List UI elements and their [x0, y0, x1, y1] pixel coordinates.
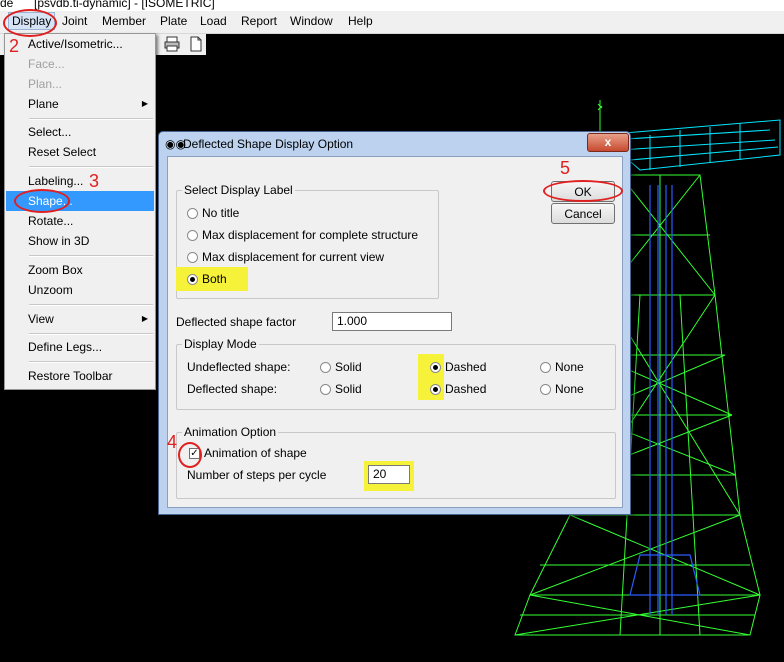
menu-item-label: Plane — [28, 97, 59, 111]
menu-item-label: Active/Isometric... — [28, 37, 123, 51]
menu-item-select[interactable]: Select... — [6, 122, 154, 142]
dialog-body: Select Display Label No title Max displa… — [167, 156, 623, 508]
radio-max-complete[interactable] — [187, 230, 198, 241]
menu-item-zoom-box[interactable]: Zoom Box — [6, 260, 154, 280]
window-title-bar: de [psvdb.ti-dynamic] - [ISOMETRIC] — [0, 0, 784, 11]
menu-item-label: Define Legs... — [28, 340, 103, 354]
close-button[interactable]: x — [587, 133, 629, 152]
steps-input[interactable]: 20 — [368, 465, 410, 484]
group-title: Animation Option — [182, 425, 279, 439]
print-icon[interactable] — [164, 36, 180, 52]
menu-item-label: Rotate... — [28, 214, 74, 228]
radio-deflected-dashed[interactable] — [430, 384, 441, 395]
menu-bar: Display Joint Member Plate Load Report W… — [0, 11, 784, 34]
radio-undeflected-solid[interactable] — [320, 362, 331, 373]
submenu-arrow-icon: ▶ — [141, 99, 148, 108]
radio-undeflected-none[interactable] — [540, 362, 551, 373]
cancel-label: Cancel — [564, 207, 602, 221]
radio-label: Solid — [335, 382, 362, 396]
menu-separator — [29, 333, 153, 335]
select-display-label-group: Select Display Label No title Max displa… — [176, 183, 439, 299]
menu-item-show-3d[interactable]: Show in 3D — [6, 231, 154, 251]
menu-load[interactable]: Load — [197, 14, 230, 28]
group-title: Select Display Label — [182, 183, 295, 197]
menu-item-label: Show in 3D — [28, 234, 90, 248]
menu-item-label: Zoom Box — [28, 263, 83, 277]
menu-plate[interactable]: Plate — [157, 14, 190, 28]
radio-no-title[interactable] — [187, 208, 198, 219]
menu-item-label: Reset Select — [28, 145, 97, 159]
menu-item-plane[interactable]: Plane ▶ — [6, 94, 154, 114]
menu-separator — [29, 255, 153, 257]
menu-item-label: Labeling... — [28, 174, 84, 188]
menu-item-label: Unzoom — [28, 283, 73, 297]
annotation-circle-ok — [543, 180, 623, 202]
menu-report[interactable]: Report — [238, 14, 280, 28]
annotation-step-5: 5 — [560, 158, 571, 178]
annotation-circle-display — [3, 9, 57, 37]
deflected-label: Deflected shape: — [187, 382, 278, 396]
menu-item-reset-select[interactable]: Reset Select — [6, 142, 154, 162]
menu-item-unzoom[interactable]: Unzoom — [6, 280, 154, 300]
radio-label: Max displacement for complete structure — [202, 228, 419, 242]
menu-item-plan: Plan... — [6, 74, 154, 94]
display-menu: Active/Isometric... Face... Plan... Plan… — [4, 33, 156, 390]
radio-label: None — [555, 382, 584, 396]
submenu-arrow-icon: ▶ — [141, 314, 148, 323]
menu-separator — [29, 118, 153, 120]
menu-separator — [29, 166, 153, 168]
menu-item-labeling[interactable]: Labeling... — [6, 171, 154, 191]
annotation-step-4: 4 — [167, 432, 178, 452]
dialog-title: Deflected Shape Display Option — [183, 137, 354, 151]
window-title: [psvdb.ti-dynamic] - [ISOMETRIC] — [34, 0, 215, 10]
undeflected-label: Undeflected shape: — [187, 360, 291, 374]
group-title: Display Mode — [182, 337, 259, 351]
radio-undeflected-dashed[interactable] — [430, 362, 441, 373]
radio-label: Max displacement for current view — [202, 250, 385, 264]
radio-label: None — [555, 360, 584, 374]
menu-help[interactable]: Help — [345, 14, 376, 28]
menu-item-label: Plan... — [28, 77, 63, 91]
menu-item-label: View — [28, 312, 54, 326]
close-icon: x — [604, 135, 612, 149]
annotation-step-3: 3 — [89, 171, 100, 191]
animation-checkbox-label: Animation of shape — [204, 446, 307, 460]
menu-item-view[interactable]: View ▶ — [6, 309, 154, 329]
cancel-button[interactable]: Cancel — [551, 203, 615, 224]
menu-item-active-isometric[interactable]: Active/Isometric... — [6, 34, 154, 54]
steps-label: Number of steps per cycle — [187, 468, 327, 482]
menu-item-label: Select... — [28, 125, 72, 139]
radio-both[interactable] — [187, 274, 198, 285]
menu-separator — [29, 304, 153, 306]
radio-max-current[interactable] — [187, 252, 198, 263]
new-page-icon[interactable] — [188, 36, 204, 52]
menu-window[interactable]: Window — [287, 14, 336, 28]
menu-item-restore-toolbar[interactable]: Restore Toolbar — [6, 366, 154, 386]
shape-factor-label: Deflected shape factor — [176, 315, 297, 329]
menu-item-define-legs[interactable]: Define Legs... — [6, 337, 154, 357]
annotation-step-2: 2 — [9, 36, 20, 56]
menu-joint[interactable]: Joint — [59, 14, 90, 28]
menu-separator — [29, 361, 153, 363]
radio-label: Both — [202, 272, 227, 286]
annotation-circle-shape — [14, 189, 70, 213]
radio-label: Solid — [335, 360, 362, 374]
radio-deflected-none[interactable] — [540, 384, 551, 395]
menu-member[interactable]: Member — [99, 14, 149, 28]
animation-option-group: Animation Option ✓ Animation of shape Nu… — [176, 425, 616, 499]
shape-factor-input[interactable]: 1.000 — [332, 312, 452, 331]
menu-item-label: Restore Toolbar — [28, 369, 113, 383]
radio-label: Dashed — [445, 382, 487, 396]
menu-item-rotate[interactable]: Rotate... — [6, 211, 154, 231]
display-mode-group: Display Mode Undeflected shape: Solid Da… — [176, 337, 616, 410]
radio-deflected-solid[interactable] — [320, 384, 331, 395]
menu-item-face: Face... — [6, 54, 154, 74]
radio-label: Dashed — [445, 360, 487, 374]
title-fragment: de — [0, 0, 14, 10]
annotation-circle-checkbox — [178, 442, 202, 468]
menu-item-label: Face... — [28, 57, 65, 71]
radio-label: No title — [202, 206, 240, 220]
